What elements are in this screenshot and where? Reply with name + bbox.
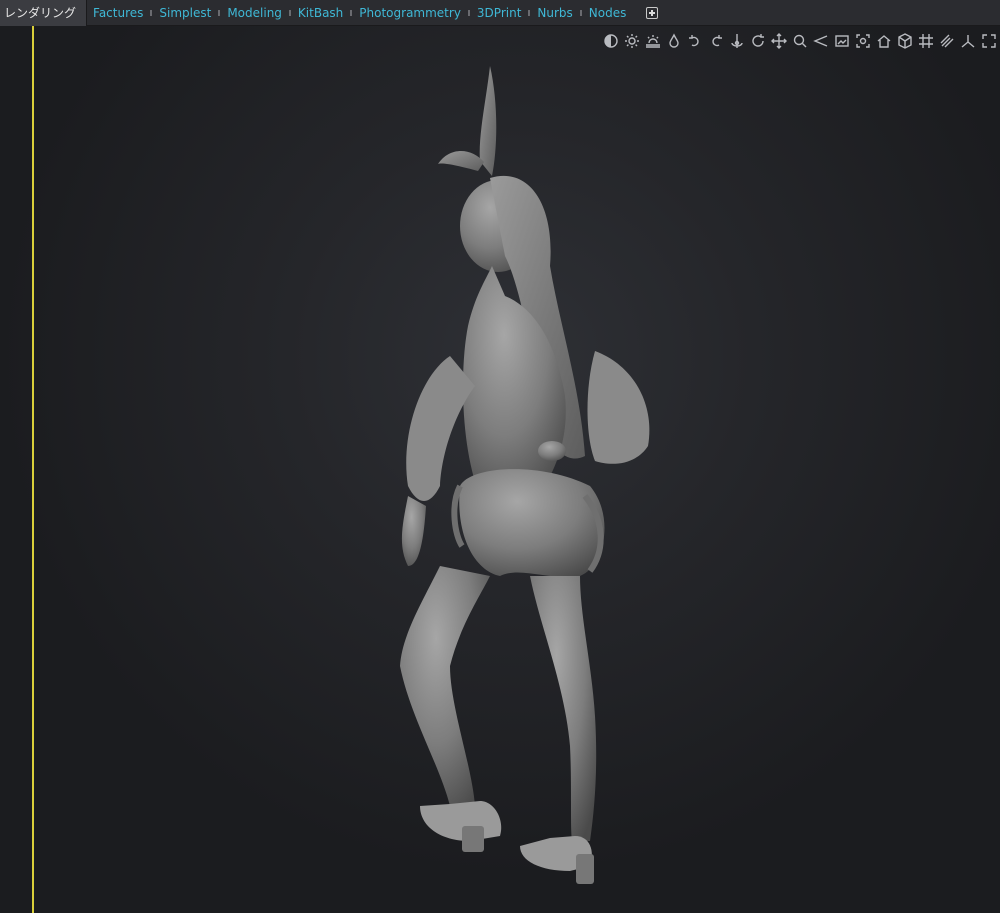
snap-icon[interactable] — [938, 31, 956, 51]
tab-separator — [467, 9, 470, 16]
tab-3dprint[interactable]: 3DPrint — [471, 0, 527, 26]
orbit-icon[interactable] — [749, 31, 767, 51]
app-window: レンダリング Factures Simplest Modeling KitBas… — [0, 0, 1000, 913]
viewport-toolbar — [602, 30, 998, 52]
sculpt-model[interactable] — [380, 66, 680, 906]
tab-factures[interactable]: Factures — [87, 0, 149, 26]
axis-icon[interactable] — [959, 31, 977, 51]
workspace-tab-bar: レンダリング Factures Simplest Modeling KitBas… — [0, 0, 1000, 26]
tab-kitbash[interactable]: KitBash — [292, 0, 349, 26]
tab-nurbs[interactable]: Nurbs — [531, 0, 578, 26]
move-icon[interactable] — [770, 31, 788, 51]
cube-icon[interactable] — [896, 31, 914, 51]
pivot-icon[interactable] — [728, 31, 746, 51]
fullscreen-icon[interactable] — [980, 31, 998, 51]
grid-icon[interactable] — [917, 31, 935, 51]
tab-separator — [579, 9, 582, 16]
frame-icon[interactable] — [833, 31, 851, 51]
tab-nodes[interactable]: Nodes — [583, 0, 633, 26]
home-icon[interactable] — [875, 31, 893, 51]
tab-separator — [288, 9, 291, 16]
tab-separator — [218, 9, 221, 16]
horizon-light-icon[interactable] — [644, 31, 662, 51]
sun-icon[interactable] — [623, 31, 641, 51]
drop-icon[interactable] — [665, 31, 683, 51]
tab-separator — [350, 9, 353, 16]
tab-simplest[interactable]: Simplest — [153, 0, 217, 26]
contrast-icon[interactable] — [602, 31, 620, 51]
add-tab-icon[interactable] — [646, 6, 659, 19]
zoom-icon[interactable] — [791, 31, 809, 51]
tab-separator — [150, 9, 153, 16]
tab-modeling[interactable]: Modeling — [221, 0, 288, 26]
undo-icon[interactable] — [686, 31, 704, 51]
tab-photogrammetry[interactable]: Photogrammetry — [353, 0, 467, 26]
viewport-guide-line — [32, 26, 34, 913]
redo-icon[interactable] — [707, 31, 725, 51]
tab-rendering[interactable]: レンダリング — [0, 0, 88, 26]
angle-icon[interactable] — [812, 31, 830, 51]
3d-viewport[interactable] — [0, 26, 1000, 913]
focus-icon[interactable] — [854, 31, 872, 51]
tab-separator — [528, 9, 531, 16]
